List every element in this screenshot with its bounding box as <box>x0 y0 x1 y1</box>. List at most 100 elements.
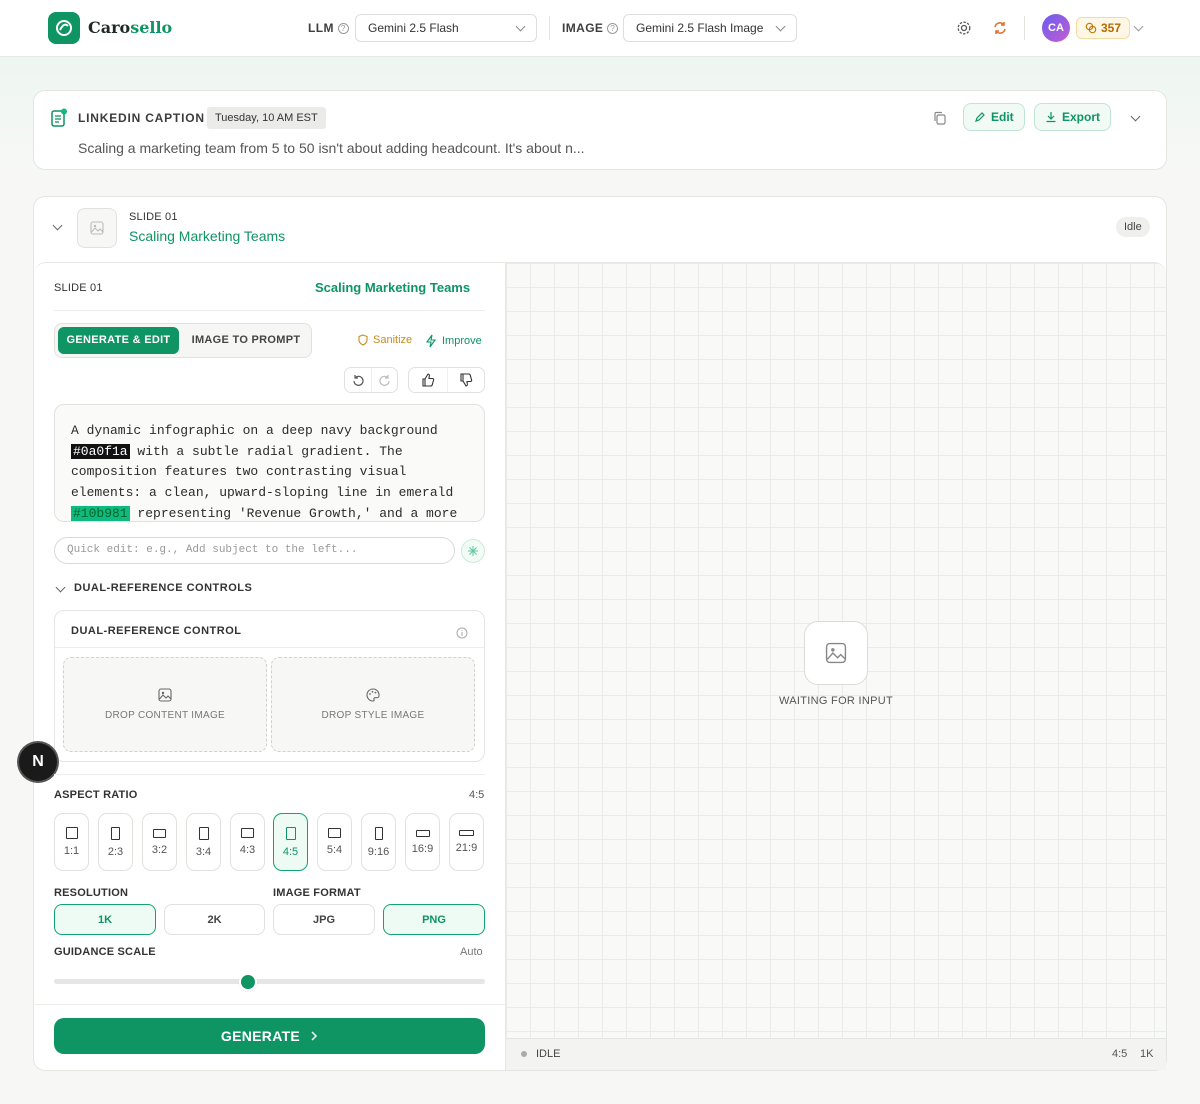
image-icon <box>825 642 847 664</box>
redo-icon[interactable] <box>371 368 397 392</box>
slide-title: Scaling Marketing Teams <box>129 228 286 244</box>
drop-content-image[interactable]: DROP CONTENT IMAGE <box>63 657 267 752</box>
ratio-option-selected[interactable]: 4:5 <box>273 813 308 871</box>
coins-icon <box>1085 22 1097 34</box>
ratio-shape-icon <box>198 826 209 840</box>
editor-slide-title: Scaling Marketing Teams <box>315 280 471 295</box>
ratio-option[interactable]: 16:9 <box>405 813 440 871</box>
drop-style-image[interactable]: DROP STYLE IMAGE <box>271 657 475 752</box>
resolution-label: RESOLUTION <box>54 887 129 899</box>
export-caption-button[interactable]: Export <box>1034 103 1112 131</box>
ratio-shape-icon <box>65 827 78 839</box>
format-png[interactable]: PNG <box>383 904 485 935</box>
image-icon <box>90 221 104 235</box>
ratio-shape-icon <box>415 829 430 837</box>
guidance-slider-thumb[interactable] <box>240 975 255 989</box>
divider <box>35 1004 505 1005</box>
chevron-down-icon <box>515 21 526 31</box>
thumbs-up-icon[interactable] <box>409 368 447 392</box>
account-menu-chevron[interactable] <box>1126 16 1150 40</box>
chevron-down-icon <box>55 582 66 593</box>
gear-icon[interactable] <box>952 16 976 40</box>
ratio-option[interactable]: 21:9 <box>449 813 484 871</box>
footer-ratio: 4:5 <box>1112 1048 1128 1060</box>
caption-collapse-toggle[interactable] <box>1123 106 1147 130</box>
help-icon: ? <box>607 22 619 34</box>
chevron-down-icon <box>1133 21 1143 31</box>
ratio-option[interactable]: 3:2 <box>142 813 177 871</box>
guidance-scale-label: GUIDANCE SCALE <box>54 946 156 958</box>
image-model-label: IMAGE? <box>562 21 619 35</box>
history-controls <box>344 367 398 393</box>
undo-icon[interactable] <box>345 368 371 392</box>
app-name: Carosello <box>88 18 173 37</box>
ratio-option[interactable]: 5:4 <box>317 813 352 871</box>
slide-number: SLIDE 01 <box>129 211 178 223</box>
color-token: #10b981 <box>71 505 130 521</box>
image-format-label: IMAGE FORMAT <box>273 887 361 899</box>
schedule-badge: Tuesday, 10 AM EST <box>207 107 326 129</box>
chevron-right-icon <box>311 1031 318 1041</box>
quick-edit-input[interactable]: Quick edit: e.g., Add subject to the lef… <box>54 537 455 564</box>
footer-resolution: 1K <box>1140 1048 1154 1060</box>
divider <box>55 647 484 648</box>
copy-icon[interactable] <box>928 106 952 130</box>
caption-preview[interactable]: Scaling a marketing team from 5 to 50 is… <box>78 140 585 156</box>
slide-collapse-toggle[interactable] <box>45 215 69 239</box>
ratio-shape-icon <box>153 828 166 838</box>
prompt-textarea[interactable]: A dynamic infographic on a deep navy bac… <box>54 404 485 522</box>
color-token: #0a0f1a <box>71 443 130 459</box>
tab-image-to-prompt[interactable]: IMAGE TO PROMPT <box>185 327 307 354</box>
footer-status: IDLE <box>536 1048 561 1060</box>
pencil-icon <box>975 112 985 122</box>
chevron-down-icon <box>52 220 62 230</box>
chevron-down-icon <box>775 21 786 31</box>
image-icon <box>158 688 172 702</box>
ratio-option[interactable]: 3:4 <box>186 813 221 871</box>
credits-badge[interactable]: 357 <box>1076 17 1131 39</box>
edit-caption-button[interactable]: Edit <box>963 103 1025 131</box>
lightning-icon <box>425 334 437 348</box>
image-model-select[interactable]: Gemini 2.5 Flash Image <box>623 14 797 42</box>
avatar[interactable]: CA <box>1042 14 1070 42</box>
thumbs-down-icon[interactable] <box>446 368 485 392</box>
help-icon: ? <box>337 22 349 34</box>
guidance-slider-track[interactable] <box>54 979 485 984</box>
sparkle-icon[interactable] <box>461 539 485 563</box>
waiting-text: WAITING FOR INPUT <box>778 695 894 707</box>
ratio-shape-icon <box>328 828 341 838</box>
document-icon <box>50 108 68 133</box>
dev-tools-badge[interactable]: N <box>19 743 57 781</box>
format-jpg[interactable]: JPG <box>273 904 375 935</box>
sanitize-button[interactable]: Sanitize <box>357 334 412 346</box>
info-icon[interactable] <box>456 626 468 644</box>
caption-title: LINKEDIN CAPTION <box>78 111 205 125</box>
editor-slide-number: SLIDE 01 <box>54 282 103 294</box>
refresh-icon[interactable] <box>988 16 1012 40</box>
tab-generate-edit[interactable]: GENERATE & EDIT <box>58 327 179 354</box>
dual-ref-toggle-chevron[interactable] <box>54 582 66 593</box>
resolution-1k[interactable]: 1K <box>54 904 156 935</box>
ratio-shape-icon <box>459 830 474 836</box>
divider <box>54 310 485 311</box>
ratio-option[interactable]: 2:3 <box>98 813 133 871</box>
guidance-scale-value: Auto <box>460 946 483 958</box>
llm-select[interactable]: Gemini 2.5 Flash <box>355 14 537 42</box>
dual-ref-toggle[interactable]: DUAL-REFERENCE CONTROLS <box>74 582 252 594</box>
ratio-shape-icon <box>374 826 383 840</box>
divider <box>549 16 550 40</box>
ratio-shape-icon <box>241 828 254 838</box>
generate-button[interactable]: GENERATE <box>54 1018 485 1054</box>
logo-icon[interactable] <box>48 12 80 44</box>
dual-ref-title: DUAL-REFERENCE CONTROL <box>71 625 242 637</box>
aspect-ratio-value: 4:5 <box>469 789 485 801</box>
ratio-option[interactable]: 1:1 <box>54 813 89 871</box>
improve-button[interactable]: Improve <box>424 334 482 348</box>
resolution-2k[interactable]: 2K <box>164 904 265 935</box>
ratio-option[interactable]: 4:3 <box>230 813 265 871</box>
ratio-option[interactable]: 9:16 <box>361 813 396 871</box>
llm-label: LLM? <box>308 21 349 35</box>
slide-thumbnail[interactable] <box>77 208 117 248</box>
mode-tabs: GENERATE & EDIT IMAGE TO PROMPT <box>54 323 312 358</box>
shield-icon <box>358 334 368 346</box>
